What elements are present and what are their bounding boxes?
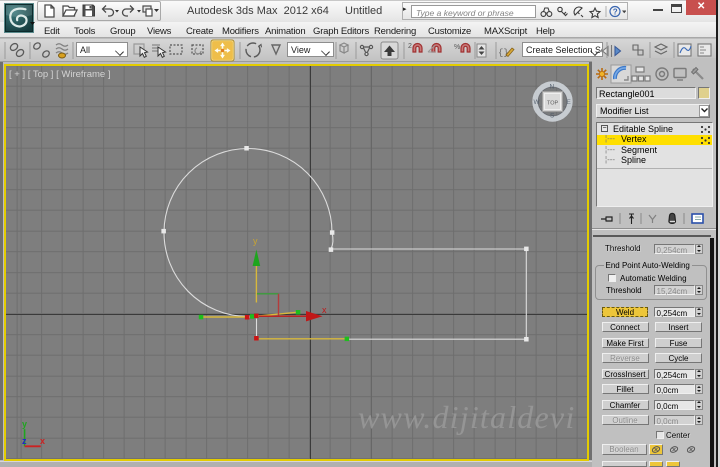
svg-text:%: % xyxy=(454,44,460,51)
svg-text:x: x xyxy=(40,436,45,446)
svg-text:www.dijitaldevi: www.dijitaldevi xyxy=(358,399,575,435)
svg-text:W: W xyxy=(534,99,541,106)
svg-text:S: S xyxy=(550,113,555,120)
svg-text:y: y xyxy=(22,419,27,429)
svg-text:y: y xyxy=(253,236,258,246)
svg-text:TOP: TOP xyxy=(547,101,559,107)
svg-text:?: ? xyxy=(613,8,618,17)
svg-text:E: E xyxy=(567,99,572,106)
svg-text:2: 2 xyxy=(408,43,412,50)
svg-text:N: N xyxy=(550,84,555,91)
svg-text:z: z xyxy=(22,436,27,446)
svg-text:x: x xyxy=(322,305,327,315)
